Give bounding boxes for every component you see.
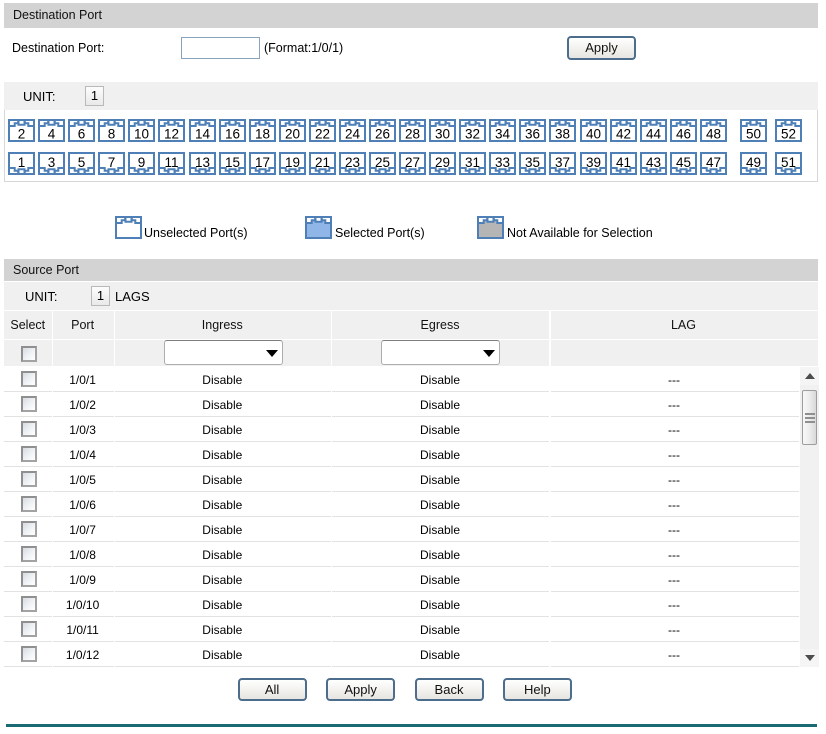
- svg-text:15: 15: [225, 155, 240, 170]
- svg-text:32: 32: [465, 126, 480, 141]
- svg-text:38: 38: [555, 126, 570, 141]
- svg-text:2: 2: [18, 126, 26, 141]
- svg-text:43: 43: [646, 155, 661, 170]
- svg-text:13: 13: [194, 155, 209, 170]
- svg-text:46: 46: [676, 126, 691, 141]
- svg-text:22: 22: [315, 126, 330, 141]
- svg-text:28: 28: [405, 126, 420, 141]
- svg-text:49: 49: [746, 155, 761, 170]
- svg-text:40: 40: [585, 126, 600, 141]
- svg-text:20: 20: [285, 126, 300, 141]
- svg-text:1: 1: [18, 155, 26, 170]
- svg-text:34: 34: [495, 126, 511, 141]
- svg-text:48: 48: [706, 126, 721, 141]
- svg-text:19: 19: [285, 155, 300, 170]
- svg-text:7: 7: [108, 155, 116, 170]
- svg-text:23: 23: [345, 155, 360, 170]
- svg-text:10: 10: [134, 126, 149, 141]
- svg-text:51: 51: [781, 155, 796, 170]
- svg-text:4: 4: [48, 126, 56, 141]
- svg-text:29: 29: [435, 155, 450, 170]
- svg-text:8: 8: [108, 126, 116, 141]
- svg-text:44: 44: [646, 126, 662, 141]
- svg-text:12: 12: [164, 126, 179, 141]
- svg-text:45: 45: [676, 155, 691, 170]
- svg-text:24: 24: [345, 126, 361, 141]
- svg-text:47: 47: [706, 155, 721, 170]
- svg-text:6: 6: [78, 126, 86, 141]
- svg-text:35: 35: [525, 155, 540, 170]
- svg-text:14: 14: [194, 126, 210, 141]
- svg-text:52: 52: [781, 126, 796, 141]
- svg-text:9: 9: [138, 155, 146, 170]
- svg-text:30: 30: [435, 126, 450, 141]
- svg-text:41: 41: [616, 155, 631, 170]
- svg-text:16: 16: [225, 126, 240, 141]
- svg-text:37: 37: [555, 155, 570, 170]
- svg-text:5: 5: [78, 155, 86, 170]
- svg-text:50: 50: [746, 126, 761, 141]
- svg-text:42: 42: [616, 126, 631, 141]
- svg-text:27: 27: [405, 155, 420, 170]
- svg-text:26: 26: [375, 126, 390, 141]
- svg-text:17: 17: [255, 155, 270, 170]
- svg-text:3: 3: [48, 155, 56, 170]
- svg-text:11: 11: [165, 155, 179, 170]
- svg-text:39: 39: [585, 155, 600, 170]
- svg-text:18: 18: [255, 126, 270, 141]
- svg-text:21: 21: [315, 155, 330, 170]
- svg-text:36: 36: [525, 126, 540, 141]
- svg-text:33: 33: [495, 155, 510, 170]
- svg-text:25: 25: [375, 155, 390, 170]
- svg-text:31: 31: [465, 155, 480, 170]
